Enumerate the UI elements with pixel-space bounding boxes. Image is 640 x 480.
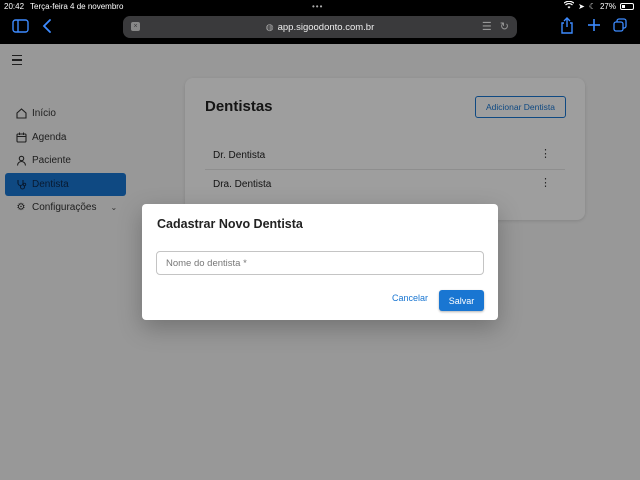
new-dentist-dialog: Cadastrar Novo Dentista Cancelar Salvar <box>142 204 498 320</box>
back-icon[interactable] <box>42 19 52 36</box>
reader-icon[interactable]: ☰ <box>482 20 492 33</box>
location-icon: ➤ <box>578 1 585 11</box>
tabs-overview-icon[interactable] <box>613 18 627 35</box>
new-tab-icon[interactable] <box>587 18 601 35</box>
status-bar: 20:42 Terça-feira 4 de novembro ••• ➤ ☾ … <box>0 0 640 12</box>
address-bar[interactable]: × ◍ app.sigoodonto.com.br ☰ ↻ <box>123 16 517 38</box>
site-icon: ◍ <box>265 21 274 32</box>
share-icon[interactable] <box>560 17 574 37</box>
battery-fill <box>622 4 625 8</box>
dialog-title: Cadastrar Novo Dentista <box>157 217 303 231</box>
battery-icon <box>620 2 634 10</box>
multitasking-dots-icon[interactable]: ••• <box>312 2 323 11</box>
close-tab-icon[interactable]: × <box>131 22 140 31</box>
status-time: 20:42 <box>4 1 25 11</box>
sidebar-toggle-icon[interactable] <box>12 19 29 36</box>
reload-icon[interactable]: ↻ <box>500 20 509 33</box>
wifi-icon <box>563 0 575 11</box>
save-button[interactable]: Salvar <box>439 290 484 311</box>
moon-icon: ☾ <box>588 1 596 11</box>
url-text: app.sigoodonto.com.br <box>277 21 375 33</box>
dentist-name-field[interactable] <box>156 251 484 275</box>
cancel-button[interactable]: Cancelar <box>392 293 428 303</box>
status-date: Terça-feira 4 de novembro <box>30 1 124 11</box>
battery-percent: 27% <box>599 1 616 11</box>
